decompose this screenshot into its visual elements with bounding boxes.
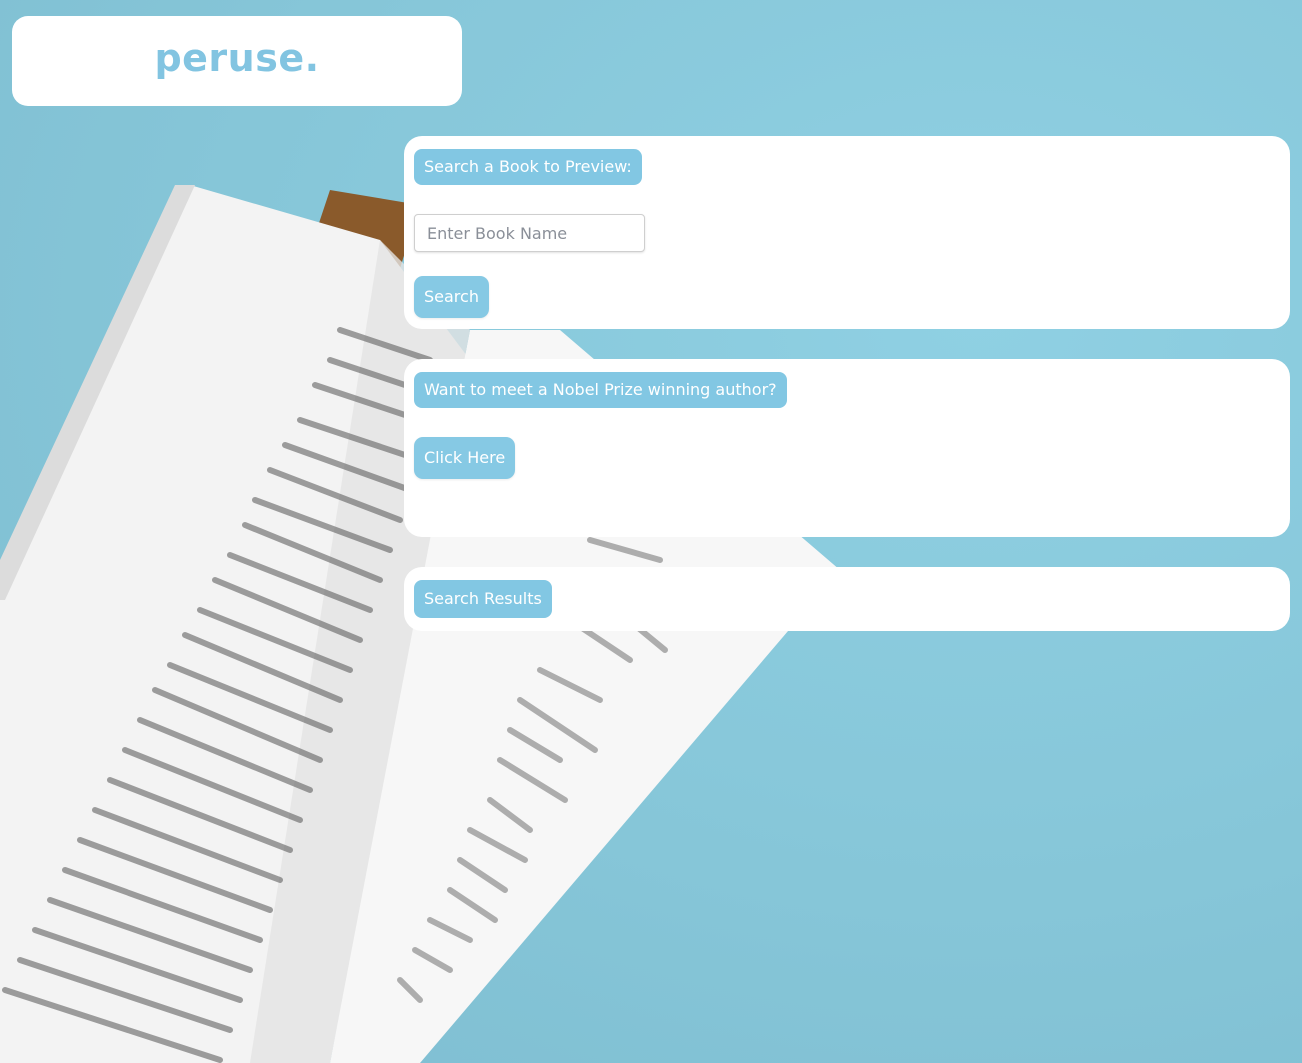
brand-logo[interactable]: peruse. xyxy=(154,36,319,80)
search-heading: Search a Book to Preview: xyxy=(414,149,642,185)
logo-card: peruse. xyxy=(12,16,462,106)
results-heading: Search Results xyxy=(414,580,552,618)
search-panel: Search a Book to Preview: Search xyxy=(404,136,1290,329)
book-name-input[interactable] xyxy=(414,214,645,252)
click-here-button[interactable]: Click Here xyxy=(414,437,516,479)
nobel-heading: Want to meet a Nobel Prize winning autho… xyxy=(414,372,787,408)
nobel-panel: Want to meet a Nobel Prize winning autho… xyxy=(404,359,1290,537)
search-button[interactable]: Search xyxy=(414,276,489,318)
results-panel: Search Results xyxy=(404,567,1290,631)
